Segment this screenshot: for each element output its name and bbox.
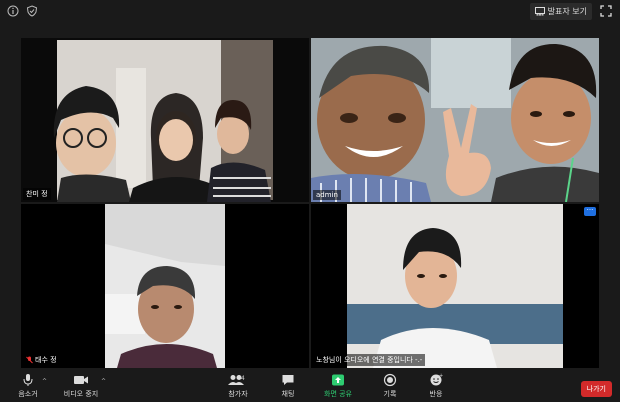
share-screen-icon [332,374,344,386]
record-icon [383,373,397,387]
participant-name: admin [313,190,341,200]
share-screen-button[interactable]: 화면 공유 [320,373,356,399]
video-tile-1[interactable]: 찬미 정 [21,38,309,202]
fullscreen-icon[interactable] [600,5,612,17]
participant-name: 노창님이 오디오에 연결 중입니다 -.- [313,354,426,366]
participant-name: 태수 정 [23,354,60,366]
participant-name: 찬미 정 [23,188,51,200]
video-feed [311,204,599,368]
video-tile-3[interactable]: 태수 정 [21,204,309,368]
video-tile-4[interactable]: ··· 노창님이 오디오에 연결 중입니다 -.- [311,204,599,368]
audio-button[interactable]: 음소거 [16,373,40,399]
grid-icon [534,7,545,16]
participants-count: 4 [241,375,245,382]
chat-icon [282,375,294,385]
reactions-button[interactable]: + 반응 [426,373,446,399]
record-button[interactable]: 기록 [380,373,400,399]
audio-options-caret[interactable]: ^ [42,378,47,385]
meeting-toolbar: 음소거 ^ 비디오 중지 ^ 4 참가자 채팅 화면 공유 기록 + 반응 나가… [0,370,620,402]
participants-button[interactable]: 4 참가자 [226,373,250,399]
shield-icon[interactable] [26,5,38,17]
speaker-view-button[interactable]: 발표자 보기 [529,3,592,20]
reaction-smiley-icon: + [430,373,443,386]
speaker-view-label: 발표자 보기 [547,7,587,16]
video-button[interactable]: 비디오 중지 [63,373,99,399]
video-options-caret[interactable]: ^ [101,378,106,385]
info-icon[interactable] [7,5,19,17]
video-feed [21,38,309,202]
video-feed [311,38,599,202]
more-options-button[interactable]: ··· [584,207,596,216]
mic-muted-icon [26,356,33,364]
top-bar: 발표자 보기 [0,0,620,24]
chat-button[interactable]: 채팅 [278,373,298,399]
video-feed [21,204,309,368]
microphone-icon [23,374,33,386]
svg-text:+: + [439,373,443,379]
video-tile-2[interactable]: admin [311,38,599,202]
leave-meeting-button[interactable]: 나가기 [580,381,612,397]
video-camera-icon [74,376,88,384]
